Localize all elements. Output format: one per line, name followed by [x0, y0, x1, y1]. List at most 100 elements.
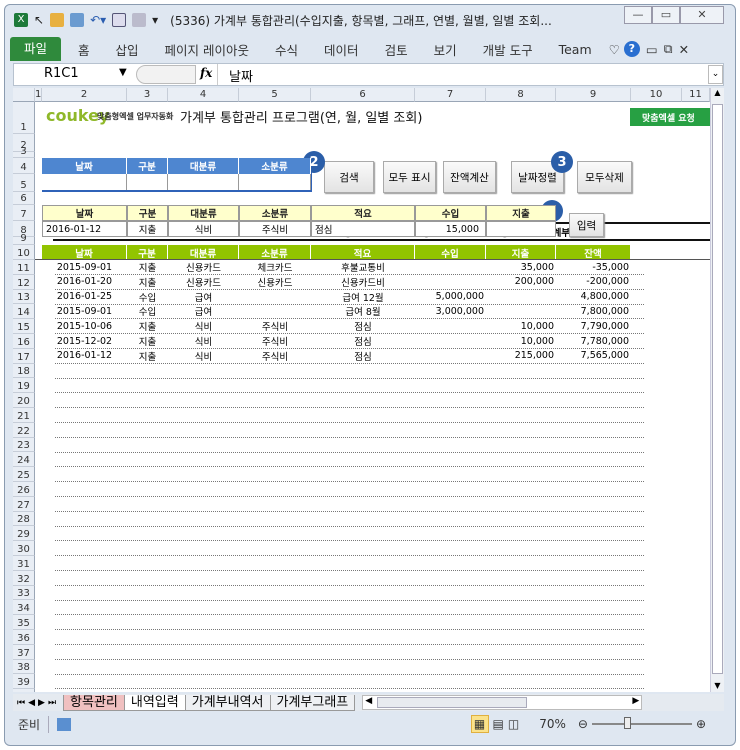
row-header[interactable]: 18 [13, 363, 35, 379]
tab-data[interactable]: 데이터 [311, 40, 372, 59]
column-header[interactable]: 4 [168, 88, 239, 102]
minimize-button[interactable]: — [624, 6, 652, 24]
entry-field[interactable]: 2016-01-12 [42, 221, 127, 237]
sheet-tab[interactable]: 가계부내역서 [184, 694, 271, 711]
row-header[interactable]: 38 [13, 659, 35, 675]
row-header[interactable]: 23 [13, 437, 35, 453]
balance-calc-button[interactable]: 잔액계산 [443, 161, 496, 193]
close-button[interactable]: ✕ [680, 6, 724, 24]
row-header[interactable]: 31 [13, 556, 35, 571]
undo-icon[interactable]: ↶▾ [90, 13, 106, 27]
picture-icon[interactable] [70, 13, 85, 27]
tab-file[interactable]: 파일 [10, 37, 62, 61]
row-header[interactable]: 36 [13, 630, 35, 645]
insert-function-icon[interactable]: fx [200, 66, 212, 80]
zoom-out-icon[interactable]: ⊖ [578, 717, 588, 731]
sheet-nav-arrows-icon[interactable]: ⏮◀▶⏭ [13, 698, 63, 708]
tab-review[interactable]: 검토 [372, 40, 421, 59]
column-header[interactable]: 1 [35, 88, 42, 102]
row-header[interactable]: 11 [13, 260, 35, 275]
table-icon[interactable] [112, 13, 127, 27]
row-header[interactable]: 21 [13, 408, 35, 423]
zoom-in-icon[interactable]: ⊕ [696, 717, 706, 731]
row-header[interactable]: 22 [13, 422, 35, 438]
column-header[interactable]: 7 [415, 88, 486, 102]
entry-field[interactable]: 주식비 [239, 221, 311, 237]
column-header[interactable]: 9 [556, 88, 631, 102]
scroll-up-icon[interactable]: ▲ [711, 88, 724, 97]
sheet-tab[interactable]: 내역입력 [123, 694, 186, 711]
copy-icon[interactable] [50, 13, 65, 27]
row-header[interactable]: 27 [13, 496, 35, 512]
row-header[interactable]: 1 [13, 102, 35, 134]
entry-field[interactable]: 지출 [127, 221, 168, 237]
row-header[interactable]: 19 [13, 378, 35, 394]
row-header[interactable]: 40 [13, 689, 35, 692]
column-header[interactable]: 10 [631, 88, 682, 102]
row-header[interactable]: 29 [13, 526, 35, 542]
tab-view[interactable]: 보기 [421, 40, 470, 59]
ribbon-restore-icon[interactable]: ⧉ [664, 41, 673, 57]
formula-input[interactable]: 날짜 [229, 66, 253, 85]
tab-developer[interactable]: 개발 도구 [470, 40, 546, 59]
name-box[interactable]: R1C1 [44, 66, 79, 81]
help-icon[interactable]: ? [623, 41, 640, 57]
row-header[interactable]: 28 [13, 511, 35, 527]
select-all-corner[interactable] [13, 88, 35, 102]
search-input[interactable] [239, 174, 311, 190]
print-icon[interactable] [132, 13, 147, 27]
row-header[interactable]: 12 [13, 274, 35, 290]
page-layout-view-icon[interactable]: ▤ [493, 717, 504, 731]
row-header[interactable]: 10 [13, 245, 35, 260]
row-header[interactable]: 26 [13, 482, 35, 497]
input-button[interactable]: 입력 [569, 213, 604, 237]
zoom-slider[interactable] [591, 717, 692, 729]
row-header[interactable]: 7 [13, 205, 35, 221]
ribbon-close-icon[interactable]: ✕ [679, 42, 689, 57]
expand-formula-icon[interactable]: ⌄ [708, 65, 723, 84]
row-header[interactable]: 39 [13, 674, 35, 690]
row-header[interactable]: 20 [13, 393, 35, 408]
tab-page-layout[interactable]: 페이지 레이아웃 [152, 40, 262, 59]
tab-formulas[interactable]: 수식 [262, 40, 311, 59]
row-header[interactable]: 30 [13, 541, 35, 556]
search-button[interactable]: 검색 [324, 161, 374, 193]
ribbon-minimize-icon[interactable]: ▭ [646, 42, 658, 57]
search-input[interactable] [168, 174, 239, 190]
search-input[interactable] [42, 174, 127, 190]
tab-team[interactable]: Team [546, 42, 605, 57]
sheet-tab[interactable]: 항목관리 [63, 694, 125, 711]
row-header[interactable]: 13 [13, 289, 35, 305]
row-header[interactable]: 4 [13, 158, 35, 174]
search-input[interactable] [127, 174, 168, 190]
row-header[interactable]: 6 [13, 192, 35, 205]
row-header[interactable]: 35 [13, 615, 35, 630]
column-header[interactable]: 11 [682, 88, 710, 102]
row-header[interactable]: 33 [13, 585, 35, 601]
heart-icon[interactable]: ♡ [609, 42, 620, 57]
scroll-down-icon[interactable]: ▼ [711, 681, 724, 690]
row-header[interactable]: 9 [13, 233, 35, 245]
entry-field[interactable]: 점심 [311, 221, 415, 237]
tab-home[interactable]: 홈 [65, 40, 103, 59]
column-header[interactable]: 6 [311, 88, 415, 102]
column-header[interactable]: 3 [127, 88, 168, 102]
column-header[interactable]: 2 [42, 88, 127, 102]
sheet-tab[interactable]: 가계부그래프 [269, 694, 356, 711]
tab-insert[interactable]: 삽입 [103, 40, 152, 59]
worksheet-grid[interactable]: coukey 맞춤형엑셀 업무자동화 가계부 통합관리 프로그램(연, 월, 일… [13, 88, 710, 692]
row-header[interactable]: 25 [13, 467, 35, 482]
zoom-slider-thumb[interactable] [623, 717, 631, 729]
entry-field[interactable]: 15,000 [415, 221, 486, 237]
entry-field[interactable] [486, 221, 556, 237]
formula-splitter[interactable] [136, 65, 196, 84]
vertical-scroll-thumb[interactable] [712, 104, 723, 674]
name-box-dropdown-icon[interactable]: ▼ [119, 67, 127, 78]
normal-view-icon[interactable]: ▦ [470, 715, 489, 733]
entry-field[interactable]: 식비 [168, 221, 239, 237]
row-header[interactable]: 37 [13, 644, 35, 660]
page-break-view-icon[interactable]: ◫ [508, 717, 519, 731]
horizontal-scroll-thumb[interactable] [377, 697, 528, 708]
row-header[interactable]: 14 [13, 304, 35, 320]
custom-excel-request-button[interactable]: 맞춤엑셀 요청 [630, 108, 710, 126]
